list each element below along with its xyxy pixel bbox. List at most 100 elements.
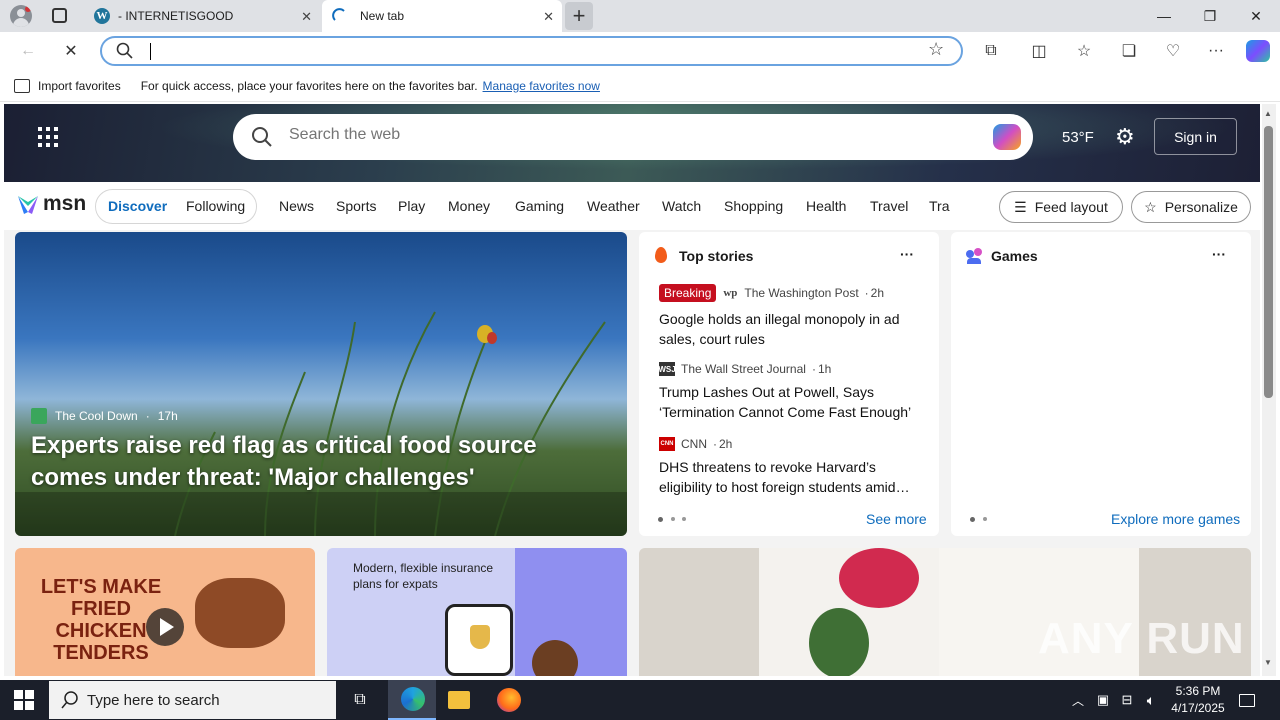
explore-games-link[interactable]: Explore more games: [1111, 511, 1240, 527]
collections-icon[interactable]: ❏: [1116, 40, 1142, 62]
play-video-icon[interactable]: [146, 608, 184, 646]
text-caret: [150, 43, 151, 60]
games-people-icon: [966, 248, 984, 264]
msn-logo[interactable]: msn: [16, 192, 86, 216]
performance-icon[interactable]: ♡: [1160, 40, 1186, 62]
nav-shopping[interactable]: Shopping: [724, 198, 783, 214]
carousel-dot[interactable]: [671, 517, 675, 521]
volume-icon[interactable]: 🔈︎: [1141, 680, 1161, 720]
story-source: The Washington Post: [744, 286, 859, 300]
story-headline[interactable]: Google holds an illegal monopoly in ad s…: [659, 309, 924, 349]
personalize-label: Personalize: [1164, 199, 1238, 215]
personalize-button[interactable]: ☆ Personalize: [1131, 191, 1251, 223]
clock-date: 4/17/2025: [1171, 701, 1225, 715]
source-row: The Cool Down · 17h: [31, 408, 178, 424]
scroll-up-arrow[interactable]: ▲: [1264, 109, 1272, 118]
hero-story-card[interactable]: The Cool Down · 17h Experts raise red fl…: [15, 232, 627, 536]
weather-temperature[interactable]: 53°F: [1062, 129, 1094, 146]
edge-taskbar-icon[interactable]: [388, 680, 436, 720]
new-tab-button[interactable]: +: [565, 2, 593, 30]
top-stories-title: Top stories: [679, 248, 754, 264]
taskbar-search-placeholder: Type here to search: [87, 691, 220, 709]
feed-layout-button[interactable]: ☰ Feed layout: [999, 191, 1123, 223]
hero-headline[interactable]: Experts raise red flag as critical food …: [31, 430, 601, 494]
wifi-icon[interactable]: ⊟: [1117, 680, 1137, 720]
tab-following[interactable]: Following: [186, 198, 245, 214]
carousel-dot[interactable]: [658, 517, 663, 522]
sign-in-button[interactable]: Sign in: [1154, 118, 1237, 155]
tab-actions-icon[interactable]: [52, 8, 67, 23]
top-stories-more-icon[interactable]: ···: [900, 246, 914, 262]
nav-sports[interactable]: Sports: [336, 198, 376, 214]
clock[interactable]: 5:36 PM 4/17/2025: [1168, 683, 1228, 717]
story-source-row: Breaking wp The Washington Post · 2h: [659, 284, 884, 302]
nav-play[interactable]: Play: [398, 198, 425, 214]
favorite-star-icon[interactable]: ☆: [928, 39, 944, 60]
nav-gaming[interactable]: Gaming: [515, 198, 564, 214]
address-bar[interactable]: ☆: [100, 36, 963, 66]
scrollbar-thumb[interactable]: [1264, 126, 1273, 398]
minimize-button[interactable]: —: [1141, 0, 1187, 32]
notifications-icon[interactable]: [1236, 680, 1258, 720]
split-screen-icon[interactable]: ◫: [1026, 40, 1052, 62]
manage-favorites-link[interactable]: Manage favorites now: [483, 79, 600, 93]
firefox-icon[interactable]: [497, 688, 521, 712]
tab-internetisgood[interactable]: W - INTERNETISGOOD ✕: [84, 0, 320, 32]
start-button[interactable]: [14, 690, 34, 710]
copilot-search-icon[interactable]: [993, 124, 1021, 150]
file-explorer-icon[interactable]: [448, 691, 470, 709]
copilot-icon[interactable]: [1246, 40, 1270, 62]
tab-label: New tab: [360, 9, 405, 23]
food-video-card[interactable]: LET'S MAKE FRIED CHICKEN TENDERS: [15, 548, 315, 676]
network-icon[interactable]: ▣: [1094, 680, 1112, 720]
import-icon: [14, 78, 30, 93]
stop-loading-icon[interactable]: ✕: [58, 40, 84, 62]
show-hidden-icons[interactable]: ︿: [1068, 680, 1088, 720]
search-icon: [116, 42, 133, 59]
address-input[interactable]: [146, 42, 906, 60]
carousel-dot[interactable]: [682, 517, 686, 521]
nav-travel[interactable]: Travel: [870, 198, 908, 214]
loading-icon: [332, 8, 345, 21]
games-more-icon[interactable]: ···: [1212, 246, 1226, 262]
nav-traffic[interactable]: Tra: [929, 198, 951, 214]
nav-news[interactable]: News: [279, 198, 314, 214]
web-search-box[interactable]: [233, 114, 1033, 160]
carousel-dot[interactable]: [983, 517, 987, 521]
extensions-icon[interactable]: ⧉: [978, 40, 1004, 62]
profile-icon[interactable]: [10, 5, 32, 27]
more-menu-icon[interactable]: ···: [1203, 40, 1229, 62]
scroll-down-arrow[interactable]: ▼: [1264, 658, 1272, 667]
nav-weather[interactable]: Weather: [587, 198, 640, 214]
close-tab-icon[interactable]: ✕: [543, 9, 554, 25]
anyrun-watermark: ANY RUN: [1038, 614, 1245, 663]
settings-gear-icon[interactable]: ⚙: [1115, 124, 1135, 150]
games-title: Games: [991, 248, 1038, 264]
nav-watch[interactable]: Watch: [662, 198, 701, 214]
see-more-link[interactable]: See more: [866, 511, 927, 527]
close-window-button[interactable]: ✕: [1233, 0, 1279, 32]
story-headline[interactable]: Trump Lashes Out at Powell, Says ‘Termin…: [659, 382, 924, 422]
nav-health[interactable]: Health: [806, 198, 846, 214]
story-source: CNN: [681, 437, 707, 451]
import-favorites-button[interactable]: Import favorites: [38, 79, 121, 93]
wordpress-icon: W: [94, 8, 110, 24]
apps-launcher-icon[interactable]: [38, 127, 58, 147]
back-icon[interactable]: ←: [15, 40, 41, 62]
carousel-dot[interactable]: [970, 517, 975, 522]
restore-button[interactable]: ❐: [1187, 0, 1233, 32]
task-view-icon[interactable]: ⧉: [344, 680, 376, 720]
tab-discover[interactable]: Discover: [108, 198, 167, 214]
close-tab-icon[interactable]: ✕: [301, 9, 312, 25]
tab-label: - INTERNETISGOOD: [118, 9, 234, 23]
nav-money[interactable]: Money: [448, 198, 490, 214]
favorites-icon[interactable]: ☆: [1071, 40, 1097, 62]
taskbar-search-box[interactable]: Type here to search: [49, 681, 336, 719]
web-search-input[interactable]: [289, 126, 889, 144]
insurance-ad-card[interactable]: Modern, flexible insurance plans for exp…: [327, 548, 627, 676]
hero-source: The Cool Down: [55, 409, 138, 423]
story-headline[interactable]: DHS threatens to revoke Harvard’s eligib…: [659, 457, 924, 497]
tab-new-tab[interactable]: New tab ✕: [322, 0, 562, 32]
hero-time: 17h: [157, 409, 178, 423]
clock-time: 5:36 PM: [1175, 684, 1221, 698]
